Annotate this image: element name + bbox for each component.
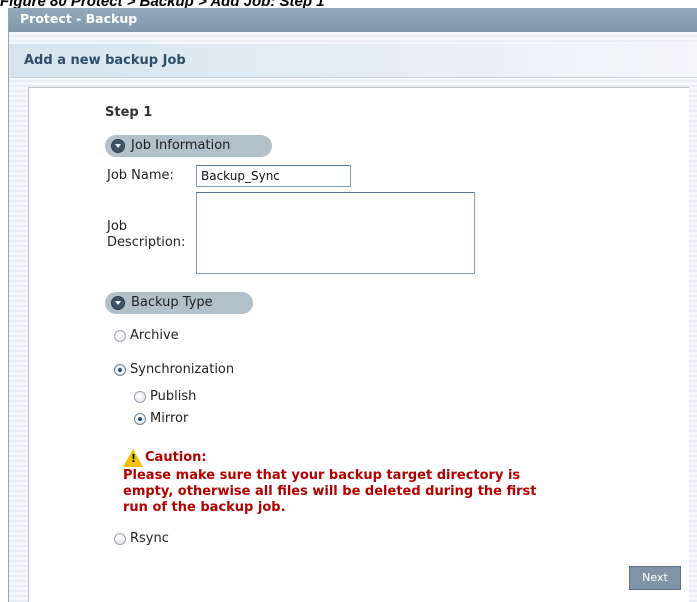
- job-description-input[interactable]: [196, 192, 475, 274]
- caution-message: Please make sure that your backup target…: [123, 468, 643, 516]
- caution-line-1: Please make sure that your backup target…: [123, 468, 521, 483]
- caution-line-3: run of the backup job.: [123, 500, 286, 515]
- form-panel: [28, 87, 689, 602]
- figure-caption: Figure 80 Protect > Backup > Add Job: St…: [0, 0, 697, 8]
- section-header: Add a new backup Job: [9, 44, 697, 78]
- publish-label[interactable]: Publish: [150, 389, 196, 404]
- backup-type-toggle[interactable]: Backup Type: [105, 292, 253, 314]
- synchronization-radio[interactable]: [114, 364, 126, 376]
- chevron-down-circle-icon: [111, 296, 125, 310]
- chevron-down-circle-icon: [111, 139, 125, 153]
- next-button[interactable]: Next: [629, 566, 681, 590]
- archive-radio[interactable]: [114, 330, 126, 342]
- job-information-label: Job Information: [131, 138, 231, 153]
- archive-label[interactable]: Archive: [130, 328, 179, 343]
- synchronization-label[interactable]: Synchronization: [130, 362, 234, 377]
- mirror-label[interactable]: Mirror: [150, 411, 188, 426]
- warning-triangle-icon: !: [123, 449, 143, 467]
- mirror-radio[interactable]: [134, 413, 146, 425]
- job-name-input[interactable]: [196, 165, 351, 187]
- job-name-label: Job Name:: [107, 168, 174, 183]
- job-description-label-line2: Description:: [107, 235, 186, 250]
- rsync-radio[interactable]: [114, 533, 126, 545]
- job-description-label-line1: Job: [107, 219, 128, 234]
- caution-line-2: empty, otherwise all files will be delet…: [123, 484, 537, 499]
- window-title: Protect - Backup: [9, 8, 697, 32]
- job-information-toggle[interactable]: Job Information: [105, 135, 272, 157]
- caution-title: Caution:: [145, 450, 207, 465]
- job-description-label: Job Description:: [107, 219, 185, 251]
- backup-type-label: Backup Type: [131, 295, 213, 310]
- step-label: Step 1: [105, 105, 153, 120]
- publish-radio[interactable]: [134, 391, 146, 403]
- rsync-label[interactable]: Rsync: [130, 531, 169, 546]
